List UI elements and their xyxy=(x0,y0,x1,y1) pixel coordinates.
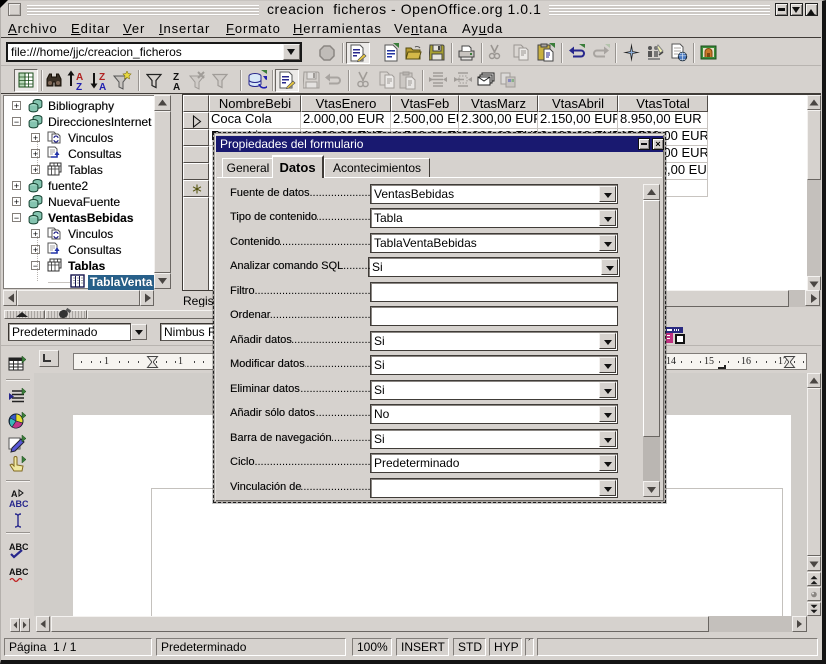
svg-text:ABC: ABC xyxy=(9,499,28,508)
svg-text:ABC: ABC xyxy=(9,542,28,552)
svg-text:ABC: ABC xyxy=(9,567,28,577)
svg-text:Z: Z xyxy=(76,82,82,91)
svg-text:A: A xyxy=(11,489,18,499)
svg-text:A: A xyxy=(173,82,180,91)
svg-text:A: A xyxy=(99,82,106,91)
